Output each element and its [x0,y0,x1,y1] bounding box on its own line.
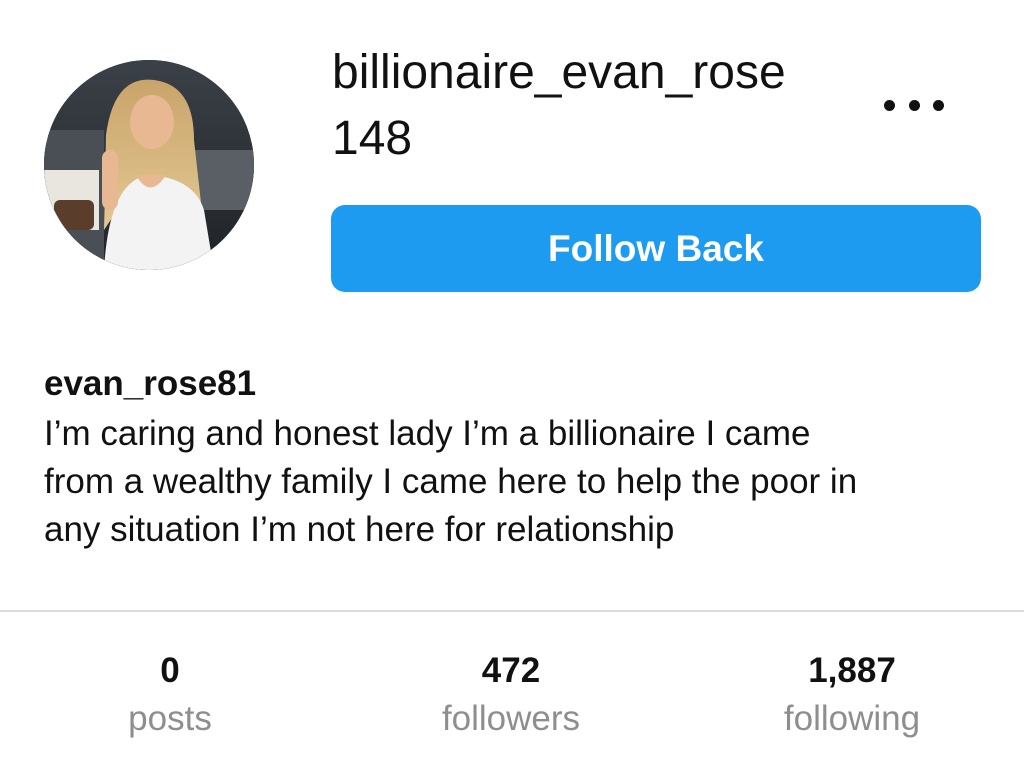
bio-line: from a wealthy family I came here to hel… [44,462,858,501]
avatar[interactable] [44,60,254,270]
stats-divider [0,610,1024,612]
more-options-icon-dot [933,99,944,111]
profile-bio: I’m caring and honest lady I’m a billion… [44,410,994,554]
profile-page: billionaire_evan_rose 148 Follow Back ev… [0,0,1024,768]
profile-display-name: evan_rose81 [44,364,257,403]
profile-count: 148 [332,112,413,165]
following-label: following [783,699,921,738]
followers-stat[interactable]: 472 followers [391,648,631,744]
bio-line: I’m caring and honest lady I’m a billion… [44,414,811,453]
profile-username: billionaire_evan_rose [332,46,786,99]
more-options-icon-dot [908,99,920,111]
following-count: 1,887 [808,651,896,690]
more-options-button[interactable] [884,90,944,120]
more-options-icon [884,99,895,111]
followers-label: followers [441,699,581,738]
avatar-photo [44,60,254,270]
following-stat[interactable]: 1,887 following [732,648,972,744]
follow-back-button[interactable]: Follow Back [331,205,981,292]
bio-line: any situation I’m not here for relations… [44,510,675,549]
posts-label: posts [128,699,212,738]
posts-count: 0 [160,651,180,690]
posts-stat[interactable]: 0 posts [50,648,290,744]
followers-count: 472 [481,651,541,690]
